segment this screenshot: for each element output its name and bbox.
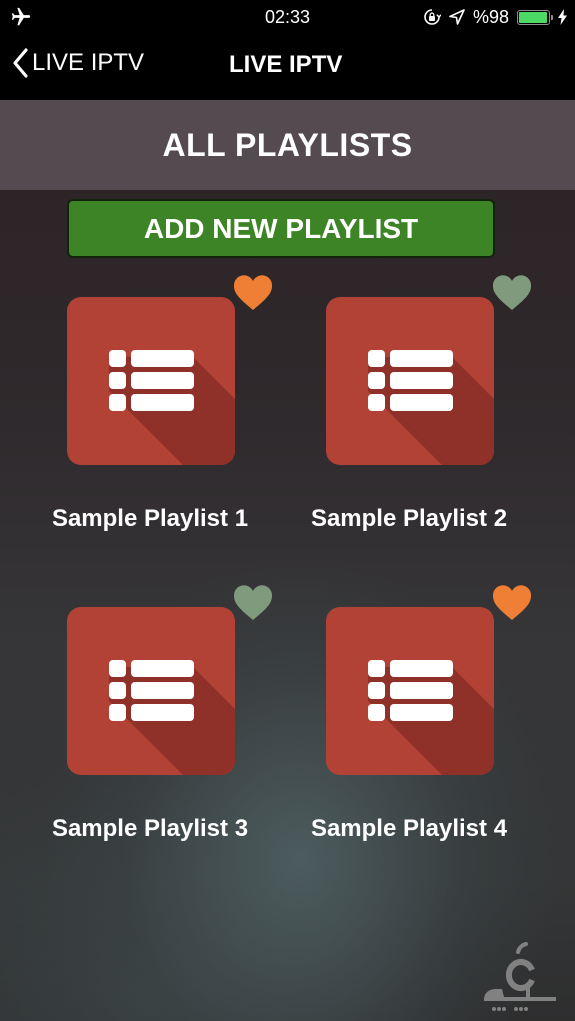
- back-label: LIVE IPTV: [32, 49, 145, 76]
- playlist-name: Sample Playlist 3: [51, 815, 249, 842]
- chevron-left-icon: [13, 48, 28, 78]
- playlist-tile[interactable]: Sample Playlist 1: [52, 270, 320, 532]
- playlist-name: Sample Playlist 1: [51, 505, 249, 532]
- add-new-playlist-button[interactable]: ADD NEW PLAYLIST: [67, 199, 495, 258]
- battery-fill: [519, 11, 548, 23]
- playlist-icon: [67, 297, 235, 465]
- add-new-playlist-label: ADD NEW PLAYLIST: [143, 212, 419, 244]
- battery-cap: [551, 14, 553, 20]
- section-title: ALL PLAYLISTS: [162, 126, 413, 163]
- battery-icon: [517, 9, 553, 25]
- section-header: ALL PLAYLISTS: [0, 100, 575, 190]
- status-bar: 02:33 %98: [0, 0, 575, 34]
- back-button[interactable]: LIVE IPTV: [12, 48, 144, 78]
- playlist-icon: [67, 607, 235, 775]
- playlist-name: Sample Playlist 2: [310, 505, 508, 532]
- navigation-bar: LIVE IPTV LIVE IPTV: [0, 34, 575, 100]
- favorite-heart-icon[interactable]: [492, 275, 532, 311]
- sibche-logo-icon: [484, 942, 556, 1011]
- orientation-lock-icon: [424, 9, 441, 25]
- list-icon: [368, 660, 494, 775]
- list-icon: [109, 350, 235, 465]
- list-icon: [368, 350, 494, 465]
- nav-title: LIVE IPTV: [229, 51, 343, 78]
- playlist-tile[interactable]: Sample Playlist 2: [311, 270, 575, 532]
- playlist-name: Sample Playlist 4: [310, 815, 508, 842]
- location-icon: [449, 9, 465, 25]
- battery-percent: %98: [472, 6, 509, 27]
- playlist-icon: [326, 297, 494, 465]
- charging-bolt-icon: [558, 9, 567, 25]
- favorite-heart-icon[interactable]: [492, 585, 532, 621]
- favorite-heart-icon[interactable]: [233, 585, 273, 621]
- list-icon: [109, 660, 235, 775]
- status-right: %98: [423, 6, 567, 28]
- playlist-tile[interactable]: Sample Playlist 3: [52, 580, 320, 842]
- playlist-icon: [326, 607, 494, 775]
- playlist-tile[interactable]: Sample Playlist 4: [311, 580, 575, 842]
- favorite-heart-icon[interactable]: [233, 275, 273, 311]
